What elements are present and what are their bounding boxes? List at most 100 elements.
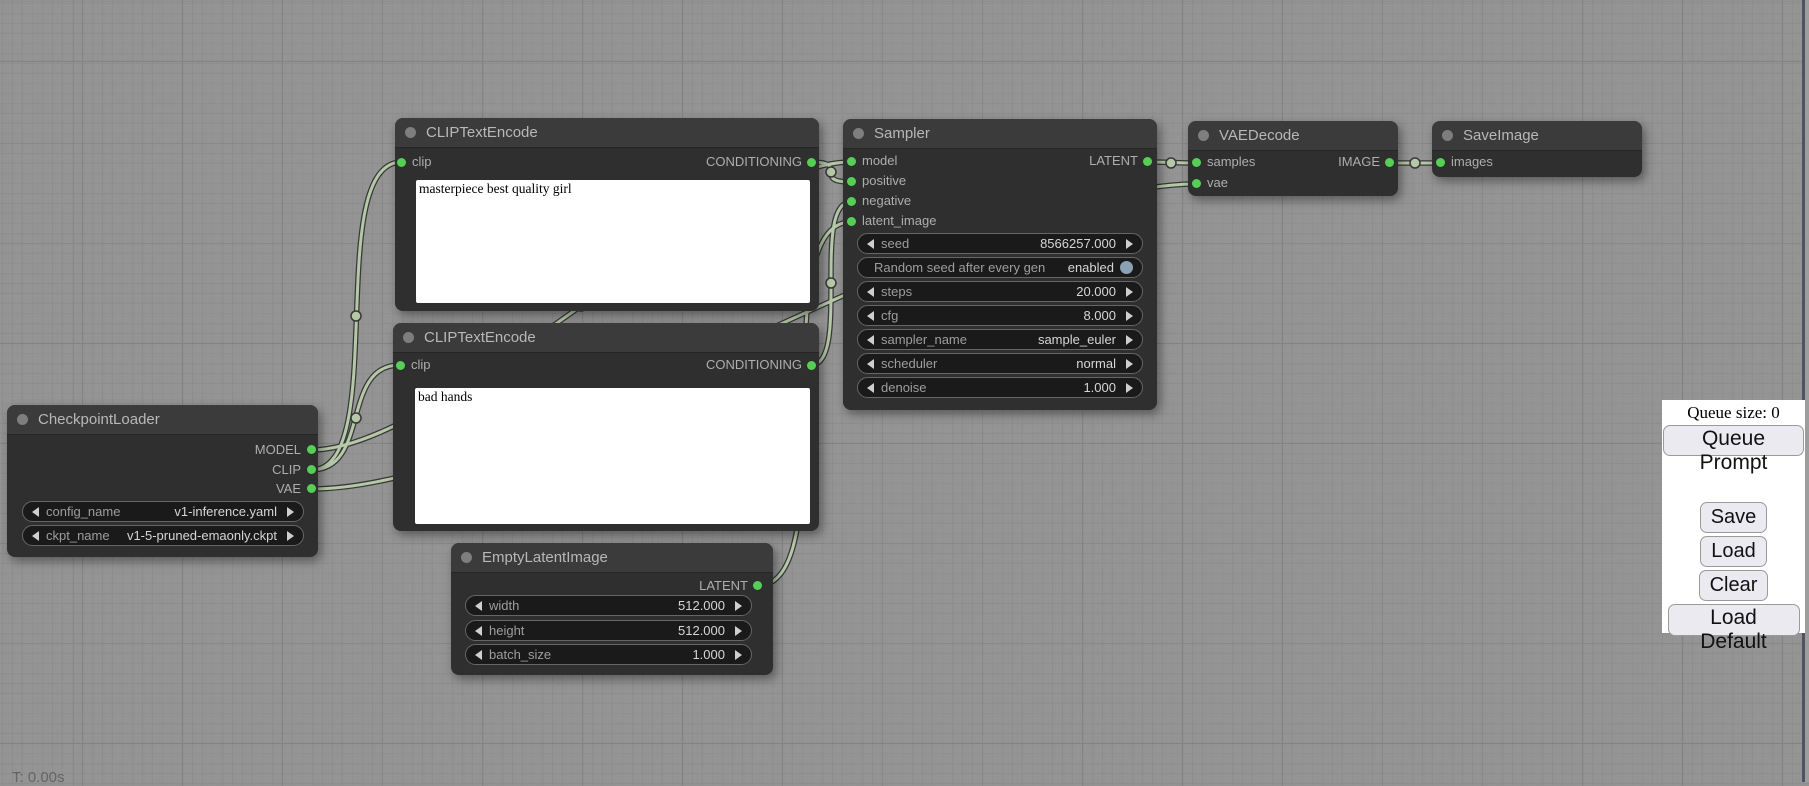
node-title: CheckpointLoader xyxy=(38,411,160,428)
node-title-bar[interactable]: EmptyLatentImage xyxy=(451,543,773,573)
widget-label: denoise xyxy=(881,380,927,395)
increment-arrow-icon[interactable] xyxy=(1126,383,1133,393)
node-emptylatentimage[interactable]: EmptyLatentImage LATENT width 512.000 he… xyxy=(451,543,773,675)
decrement-arrow-icon[interactable] xyxy=(32,531,39,541)
decrement-arrow-icon[interactable] xyxy=(475,650,482,660)
widget-cfg[interactable]: cfg 8.000 xyxy=(857,305,1143,326)
widget-scheduler[interactable]: scheduler normal xyxy=(857,353,1143,374)
node-cliptextencode-negative[interactable]: CLIPTextEncode clip CONDITIONING bad han… xyxy=(393,323,819,531)
node-collapse-icon[interactable] xyxy=(403,332,414,343)
input-label: clip xyxy=(411,355,431,375)
decrement-arrow-icon[interactable] xyxy=(475,626,482,636)
widget-height[interactable]: height 512.000 xyxy=(465,620,752,641)
clear-button[interactable]: Clear xyxy=(1699,570,1769,601)
node-title-bar[interactable]: Sampler xyxy=(843,119,1157,149)
widget-label: ckpt_name xyxy=(46,528,110,543)
input-slot-dot[interactable] xyxy=(847,157,856,166)
widget-value: 20.000 xyxy=(1076,284,1116,299)
decrement-arrow-icon[interactable] xyxy=(867,383,874,393)
decrement-arrow-icon[interactable] xyxy=(867,335,874,345)
widget-steps[interactable]: steps 20.000 xyxy=(857,281,1143,302)
output-slot-dot[interactable] xyxy=(807,361,816,370)
input-label: positive xyxy=(862,171,906,191)
widget-value: normal xyxy=(1076,356,1116,371)
output-slot-dot[interactable] xyxy=(307,445,316,454)
widget-denoise[interactable]: denoise 1.000 xyxy=(857,377,1143,398)
widget-value: 512.000 xyxy=(678,598,725,613)
input-label: latent_image xyxy=(862,211,936,231)
increment-arrow-icon[interactable] xyxy=(1126,239,1133,249)
output-label: VAE xyxy=(276,479,301,499)
widget-ckpt-name[interactable]: ckpt_name v1-5-pruned-emaonly.ckpt xyxy=(22,525,304,546)
input-slot-dot[interactable] xyxy=(1192,179,1201,188)
output-slot-dot[interactable] xyxy=(807,158,816,167)
input-slot-dot[interactable] xyxy=(396,361,405,370)
load-button[interactable]: Load xyxy=(1700,536,1767,567)
input-slot-dot[interactable] xyxy=(397,158,406,167)
output-slot-dot[interactable] xyxy=(307,465,316,474)
toggle-icon[interactable] xyxy=(1120,261,1133,274)
decrement-arrow-icon[interactable] xyxy=(32,507,39,517)
decrement-arrow-icon[interactable] xyxy=(867,311,874,321)
prompt-textarea[interactable]: masterpiece best quality girl xyxy=(416,180,810,303)
decrement-arrow-icon[interactable] xyxy=(867,359,874,369)
node-collapse-icon[interactable] xyxy=(17,414,28,425)
increment-arrow-icon[interactable] xyxy=(1126,335,1133,345)
node-title-bar[interactable]: VAEDecode xyxy=(1188,121,1398,151)
widget-random-seed-toggle[interactable]: Random seed after every gen enabled xyxy=(857,257,1143,278)
widget-batch-size[interactable]: batch_size 1.000 xyxy=(465,644,752,665)
save-button[interactable]: Save xyxy=(1700,502,1768,533)
node-sampler[interactable]: Sampler model positive negative latent_i… xyxy=(843,119,1157,410)
input-slot-dot[interactable] xyxy=(847,197,856,206)
input-label: model xyxy=(862,151,897,171)
output-slot-dot[interactable] xyxy=(1143,157,1152,166)
node-saveimage[interactable]: SaveImage images xyxy=(1432,121,1642,177)
output-slot-dot[interactable] xyxy=(753,581,762,590)
input-label: clip xyxy=(412,152,432,172)
output-slot-dot[interactable] xyxy=(307,484,316,493)
node-collapse-icon[interactable] xyxy=(405,127,416,138)
node-checkpointloader[interactable]: CheckpointLoader MODEL CLIP VAE config_n… xyxy=(7,405,318,557)
widget-value: 512.000 xyxy=(678,623,725,638)
input-slot-dot[interactable] xyxy=(1192,158,1201,167)
increment-arrow-icon[interactable] xyxy=(287,531,294,541)
queue-prompt-button[interactable]: Queue Prompt xyxy=(1663,425,1804,456)
input-slot-dot[interactable] xyxy=(1436,158,1445,167)
increment-arrow-icon[interactable] xyxy=(1126,359,1133,369)
node-title: Sampler xyxy=(874,125,930,142)
node-title: EmptyLatentImage xyxy=(482,549,608,566)
increment-arrow-icon[interactable] xyxy=(287,507,294,517)
increment-arrow-icon[interactable] xyxy=(735,626,742,636)
increment-arrow-icon[interactable] xyxy=(1126,311,1133,321)
output-slot-dot[interactable] xyxy=(1385,158,1394,167)
prompt-textarea[interactable]: bad hands xyxy=(415,388,810,524)
decrement-arrow-icon[interactable] xyxy=(475,601,482,611)
widget-value: 8566257.000 xyxy=(1040,236,1116,251)
output-label: LATENT xyxy=(699,576,748,596)
increment-arrow-icon[interactable] xyxy=(735,650,742,660)
node-cliptextencode-positive[interactable]: CLIPTextEncode clip CONDITIONING masterp… xyxy=(395,118,819,311)
widget-label: config_name xyxy=(46,504,120,519)
input-slot-dot[interactable] xyxy=(847,217,856,226)
node-title-bar[interactable]: CLIPTextEncode xyxy=(393,323,819,353)
increment-arrow-icon[interactable] xyxy=(735,601,742,611)
node-title-bar[interactable]: CLIPTextEncode xyxy=(395,118,819,148)
widget-seed[interactable]: seed 8566257.000 xyxy=(857,233,1143,254)
input-slot-dot[interactable] xyxy=(847,177,856,186)
node-vaedecode[interactable]: VAEDecode samples vae IMAGE xyxy=(1188,121,1398,196)
load-default-button[interactable]: Load Default xyxy=(1668,604,1800,636)
widget-sampler-name[interactable]: sampler_name sample_euler xyxy=(857,329,1143,350)
widget-value: 1.000 xyxy=(1083,380,1116,395)
widget-value: sample_euler xyxy=(1038,332,1116,347)
node-collapse-icon[interactable] xyxy=(1442,130,1453,141)
node-collapse-icon[interactable] xyxy=(1198,130,1209,141)
decrement-arrow-icon[interactable] xyxy=(867,287,874,297)
node-collapse-icon[interactable] xyxy=(461,552,472,563)
decrement-arrow-icon[interactable] xyxy=(867,239,874,249)
node-collapse-icon[interactable] xyxy=(853,128,864,139)
widget-config-name[interactable]: config_name v1-inference.yaml xyxy=(22,501,304,522)
node-title-bar[interactable]: SaveImage xyxy=(1432,121,1642,151)
widget-width[interactable]: width 512.000 xyxy=(465,595,752,616)
increment-arrow-icon[interactable] xyxy=(1126,287,1133,297)
node-title-bar[interactable]: CheckpointLoader xyxy=(7,405,318,435)
